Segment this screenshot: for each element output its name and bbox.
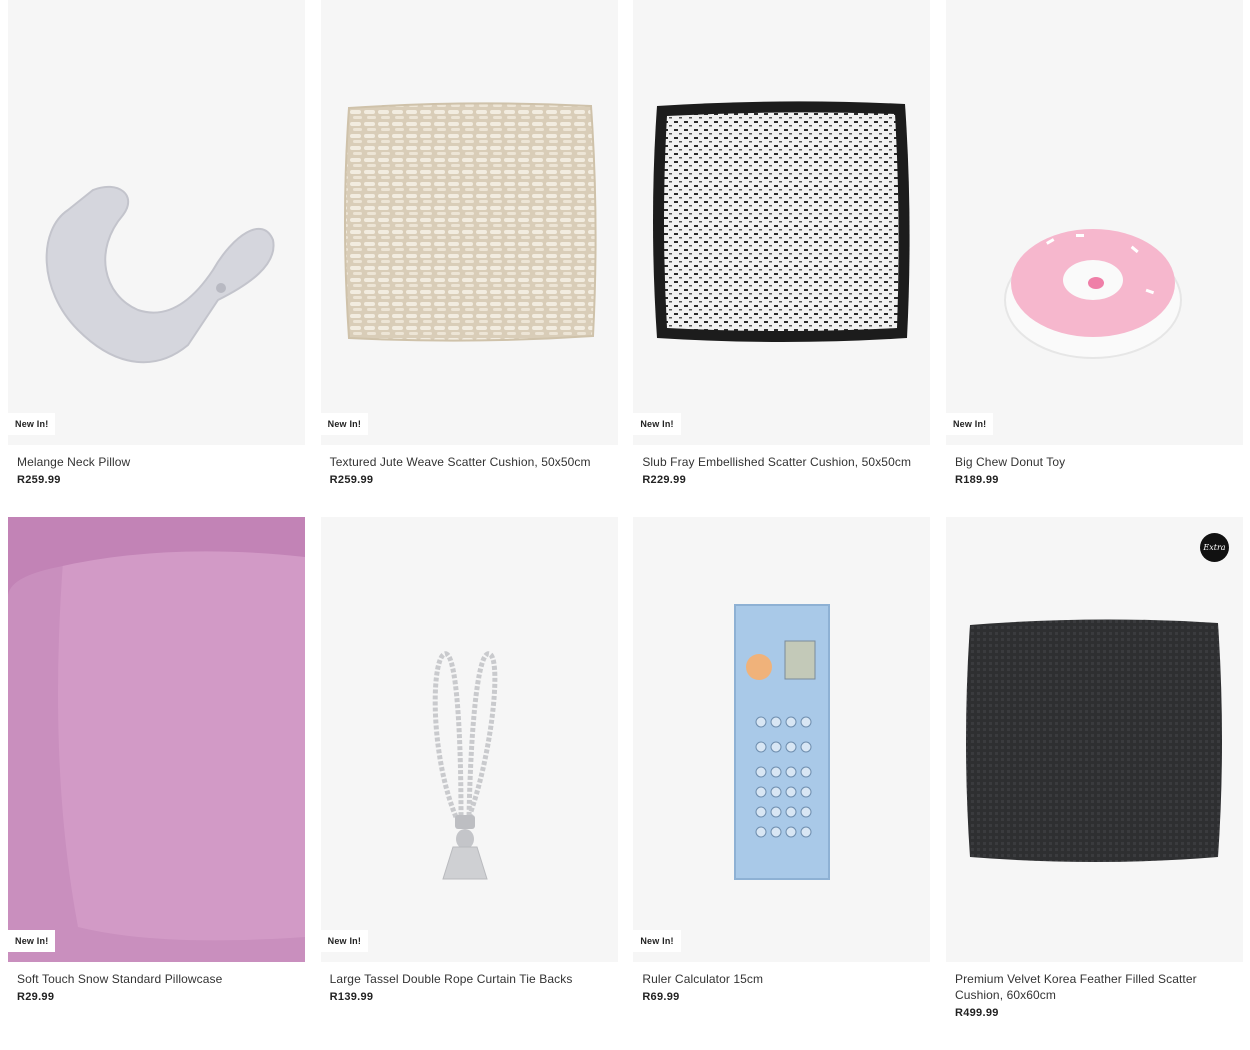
product-card[interactable]: New In! Textured Jute Weave Scatter Cush…: [320, 0, 618, 486]
product-name[interactable]: Textured Jute Weave Scatter Cushion, 50x…: [330, 454, 609, 470]
slub-cushion-image: [653, 101, 910, 342]
tassel-image: [432, 651, 498, 880]
product-price: R259.99: [329, 474, 374, 486]
product-name[interactable]: Ruler Calculator 15cm: [642, 971, 921, 987]
product-image[interactable]: Extra: [945, 517, 1243, 962]
product-card[interactable]: New In! Ruler Calculator 15cm R69.99: [633, 517, 931, 1019]
product-name[interactable]: Premium Velvet Korea Feather Filled Scat…: [955, 971, 1234, 1003]
product-card[interactable]: New In! Melange Neck Pillow R259.99: [8, 0, 305, 486]
product-grid-row-1: New In! Melange Neck Pillow R259.99 New …: [8, 0, 1243, 486]
product-grid-row-2: New In! Soft Touch Snow Standard Pillowc…: [8, 517, 1243, 1019]
new-in-badge: New In!: [945, 413, 994, 435]
new-in-badge: New In!: [633, 413, 681, 435]
product-image[interactable]: New In!: [8, 517, 305, 962]
product-image[interactable]: New In!: [945, 0, 1243, 445]
product-image[interactable]: New In!: [633, 0, 931, 445]
product-price: R499.99: [954, 1007, 999, 1019]
product-price: R259.99: [17, 474, 61, 486]
product-price: R189.99: [954, 474, 999, 486]
new-in-badge: New In!: [8, 413, 56, 435]
product-price: R29.99: [17, 991, 55, 1003]
pillowcase-image: [8, 517, 305, 962]
velvet-cushion-image: [965, 619, 1222, 862]
product-card[interactable]: New In! Slub Fray Embellished Scatter Cu…: [633, 0, 931, 486]
product-card[interactable]: New In! Big Chew Donut Toy R189.99: [945, 0, 1243, 486]
product-image[interactable]: New In!: [320, 0, 618, 445]
product-name[interactable]: Big Chew Donut Toy: [955, 454, 1234, 470]
ruler-calculator-image: [734, 604, 831, 880]
product-name[interactable]: Melange Neck Pillow: [17, 454, 296, 470]
donut-toy-image: [1003, 229, 1182, 359]
new-in-badge: New In!: [320, 930, 369, 952]
product-price: R229.99: [642, 474, 687, 486]
product-price: R139.99: [329, 991, 374, 1003]
neck-pillow-image: [45, 185, 275, 364]
product-name[interactable]: Large Tassel Double Rope Curtain Tie Bac…: [330, 971, 609, 987]
product-name[interactable]: Slub Fray Embellished Scatter Cushion, 5…: [642, 454, 921, 470]
product-name[interactable]: Soft Touch Snow Standard Pillowcase: [17, 971, 296, 987]
new-in-badge: New In!: [320, 413, 369, 435]
product-card[interactable]: New In! Large Tassel Double Rope Curtain…: [320, 517, 618, 1019]
product-image[interactable]: New In!: [633, 517, 931, 962]
product-card[interactable]: Extra Premium Velvet Korea Feather Fille…: [945, 517, 1243, 1019]
new-in-badge: New In!: [633, 930, 681, 952]
product-image[interactable]: New In!: [8, 0, 305, 445]
extra-badge-icon: Extra: [1199, 533, 1229, 562]
jute-cushion-image: [343, 102, 597, 342]
product-card[interactable]: New In! Soft Touch Snow Standard Pillowc…: [8, 517, 305, 1019]
new-in-badge: New In!: [8, 930, 56, 952]
product-price: R69.99: [642, 991, 680, 1003]
product-image[interactable]: New In!: [320, 517, 618, 962]
